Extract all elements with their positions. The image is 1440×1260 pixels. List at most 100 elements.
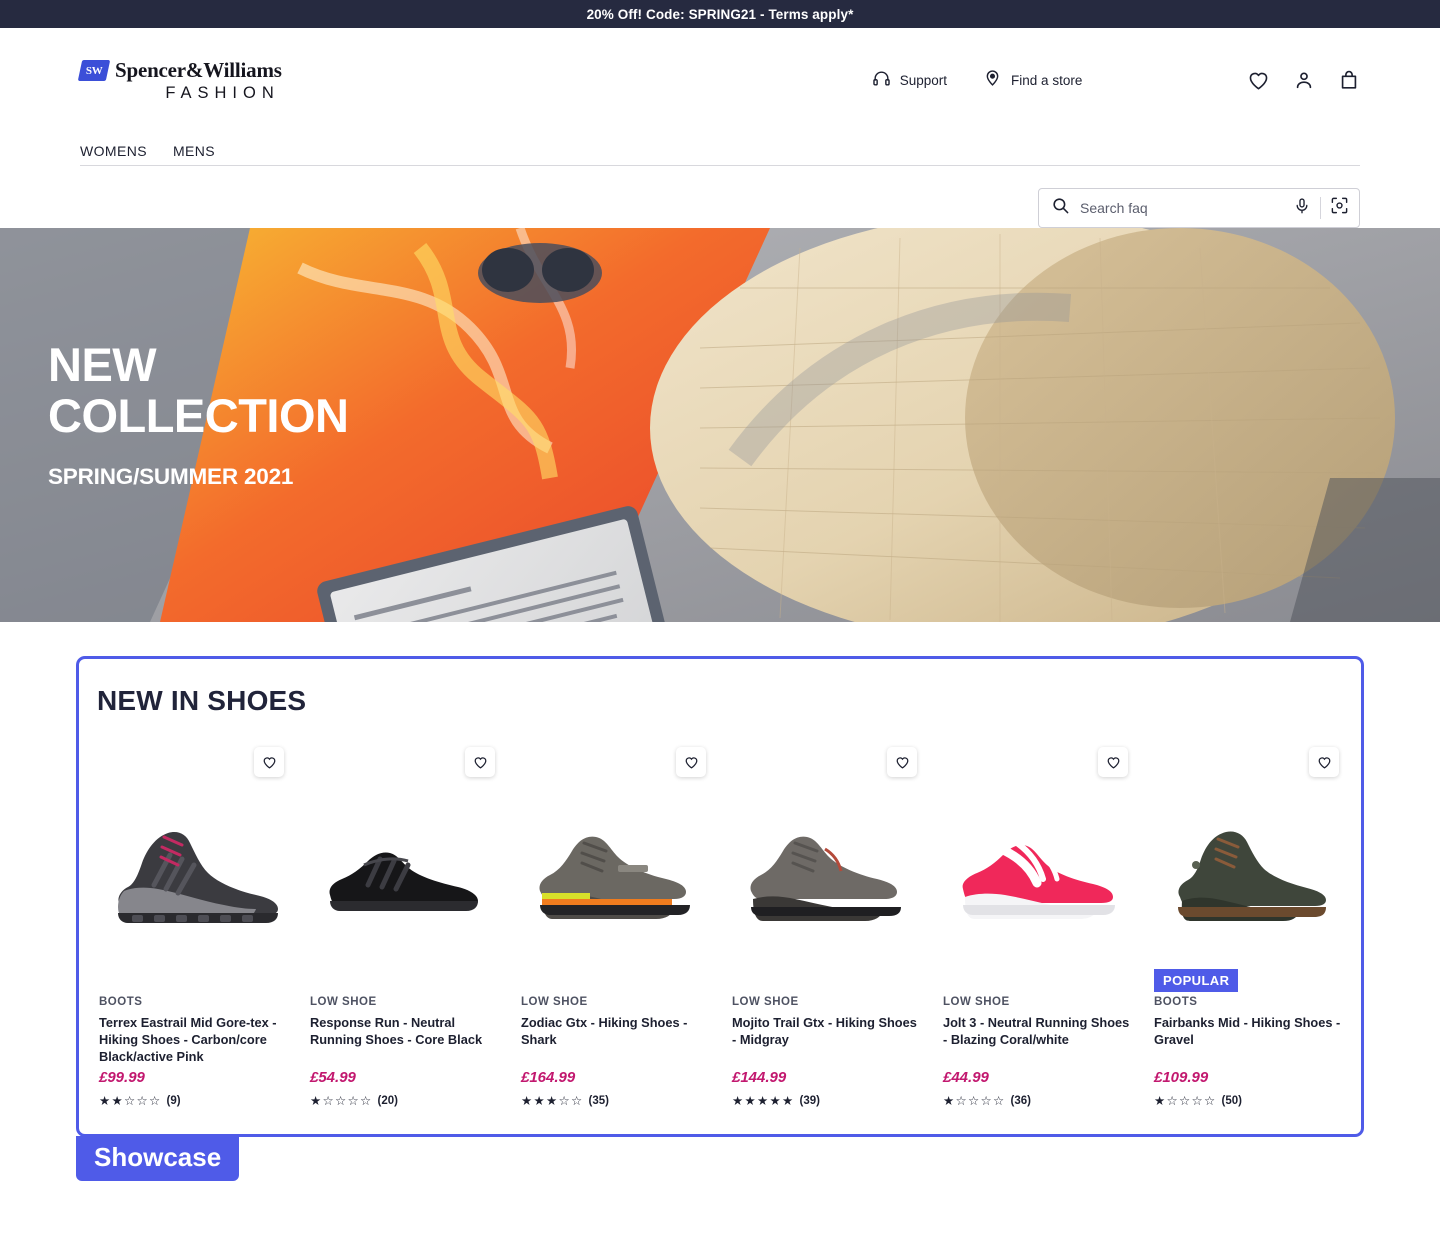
- search-icon: [1051, 196, 1070, 220]
- rating-stars: ★★★☆☆: [521, 1094, 584, 1108]
- support-label: Support: [899, 72, 948, 88]
- promo-banner: 20% Off! Code: SPRING21 - Terms apply*: [0, 0, 1440, 28]
- product-name[interactable]: Mojito Trail Gtx - Hiking Shoes - Midgra…: [732, 1015, 919, 1066]
- product-card[interactable]: BOOTS Terrex Eastrail Mid Gore-tex - Hik…: [87, 747, 298, 1108]
- product-category: LOW SHOE: [943, 996, 1010, 1008]
- logo-primary-row: SW Spencer&Williams: [77, 57, 282, 83]
- hero-text-block: NEW COLLECTION SPRING/SUMMER 2021: [48, 338, 349, 490]
- nav-item-mens[interactable]: MENS: [173, 143, 215, 159]
- product-card[interactable]: POPULAR BOOTS Fairbanks Mid - Hiking Sho…: [1142, 747, 1353, 1108]
- product-image: [93, 769, 292, 969]
- product-name[interactable]: Fairbanks Mid - Hiking Shoes - Gravel: [1154, 1015, 1341, 1066]
- product-rating: ★☆☆☆☆ (36): [943, 1093, 1136, 1108]
- product-badge-slot: [99, 969, 292, 996]
- shopping-bag-icon[interactable]: [1338, 69, 1360, 91]
- search-box[interactable]: [1038, 188, 1360, 228]
- review-count: (50): [1221, 1094, 1242, 1107]
- wishlist-heart-icon[interactable]: [465, 747, 495, 777]
- product-badge-slot: POPULAR: [1154, 969, 1347, 996]
- review-count: (20): [377, 1094, 398, 1107]
- find-a-store-link[interactable]: Find a store: [983, 69, 1082, 91]
- location-pin-icon: [983, 69, 1002, 91]
- main-nav: WOMENS MENS: [80, 132, 1360, 166]
- product-name[interactable]: Zodiac Gtx - Hiking Shoes - Shark: [521, 1015, 708, 1066]
- product-price: £144.99: [732, 1069, 787, 1086]
- hero-headline-line2: COLLECTION: [48, 388, 349, 442]
- product-card[interactable]: LOW SHOE Mojito Trail Gtx - Hiking Shoes…: [720, 747, 931, 1108]
- wishlist-heart-icon[interactable]: [676, 747, 706, 777]
- wishlist-heart-icon[interactable]: [887, 747, 917, 777]
- header-top-row: SW Spencer&Williams FASHION Support Find…: [77, 28, 1360, 132]
- product-card[interactable]: LOW SHOE Zodiac Gtx - Hiking Shoes - Sha…: [509, 747, 720, 1108]
- product-rating: ★★★☆☆ (35): [521, 1093, 714, 1108]
- search-row: [80, 166, 1360, 228]
- search-divider: [1320, 197, 1321, 219]
- product-rating: ★★★★★ (39): [732, 1093, 925, 1108]
- product-name[interactable]: Jolt 3 - Neutral Running Shoes - Blazing…: [943, 1015, 1130, 1066]
- product-badge-slot: [521, 969, 714, 996]
- microphone-icon[interactable]: [1293, 197, 1311, 220]
- rating-stars: ★☆☆☆☆: [943, 1094, 1006, 1108]
- product-card[interactable]: LOW SHOE Jolt 3 - Neutral Running Shoes …: [931, 747, 1142, 1108]
- section-title: NEW IN SHOES: [97, 685, 307, 716]
- product-badge-slot: [732, 969, 925, 996]
- product-image: [937, 769, 1136, 969]
- product-category: BOOTS: [1154, 996, 1198, 1008]
- review-count: (9): [166, 1094, 181, 1107]
- product-category: LOW SHOE: [732, 996, 799, 1008]
- logo-mark-icon: SW: [77, 59, 111, 81]
- wishlist-heart-icon[interactable]: [1098, 747, 1128, 777]
- product-price: £164.99: [521, 1069, 576, 1086]
- product-badge-slot: [943, 969, 1136, 996]
- rating-stars: ★☆☆☆☆: [1154, 1094, 1217, 1108]
- headset-icon: [872, 69, 891, 91]
- rating-stars: ★☆☆☆☆: [310, 1094, 373, 1108]
- account-icon[interactable]: [1293, 69, 1315, 91]
- hero-banner: NEW COLLECTION SPRING/SUMMER 2021: [0, 228, 1440, 622]
- brand-name: Spencer&Williams: [115, 57, 282, 82]
- logo-mark-text: SW: [85, 64, 103, 76]
- product-price: £44.99: [943, 1069, 989, 1086]
- page-root: 20% Off! Code: SPRING21 - Terms apply* S…: [0, 0, 1440, 1260]
- product-card[interactable]: LOW SHOE Response Run - Neutral Running …: [298, 747, 509, 1108]
- product-price: £109.99: [1154, 1069, 1209, 1086]
- product-grid: BOOTS Terrex Eastrail Mid Gore-tex - Hik…: [79, 747, 1361, 1108]
- product-category: LOW SHOE: [310, 996, 377, 1008]
- header-utility-links: Support Find a store: [872, 69, 1082, 91]
- product-rating: ★★☆☆☆ (9): [99, 1093, 292, 1108]
- product-name[interactable]: Terrex Eastrail Mid Gore-tex - Hiking Sh…: [99, 1015, 286, 1066]
- status-badge: POPULAR: [1154, 969, 1239, 992]
- nav-item-womens[interactable]: WOMENS: [80, 143, 147, 159]
- wishlist-heart-icon[interactable]: [1247, 69, 1270, 92]
- rating-stars: ★★★★★: [732, 1094, 795, 1108]
- promo-text: 20% Off! Code: SPRING21 - Terms apply*: [586, 6, 854, 22]
- product-price: £99.99: [99, 1069, 145, 1086]
- header-action-icons: [1247, 69, 1360, 92]
- product-badge-slot: [310, 969, 503, 996]
- brand-logo[interactable]: SW Spencer&Williams FASHION: [77, 57, 282, 103]
- lens-scan-icon[interactable]: [1330, 196, 1349, 220]
- product-image: [515, 769, 714, 969]
- showcase-section-wrapper: NEW IN SHOES BOOTS Terrex Eastrail Mid G…: [0, 622, 1440, 1137]
- find-a-store-label: Find a store: [1011, 72, 1083, 88]
- product-category: BOOTS: [99, 996, 143, 1008]
- support-link[interactable]: Support: [872, 69, 947, 91]
- product-rating: ★☆☆☆☆ (50): [1154, 1093, 1347, 1108]
- showcase-section: NEW IN SHOES BOOTS Terrex Eastrail Mid G…: [76, 656, 1364, 1137]
- product-rating: ★☆☆☆☆ (20): [310, 1093, 503, 1108]
- review-count: (36): [1010, 1094, 1031, 1107]
- review-count: (39): [799, 1094, 820, 1107]
- search-input[interactable]: [1080, 200, 1293, 216]
- product-name[interactable]: Response Run - Neutral Running Shoes - C…: [310, 1015, 497, 1066]
- review-count: (35): [588, 1094, 609, 1107]
- product-image: [304, 769, 503, 969]
- wishlist-heart-icon[interactable]: [1309, 747, 1339, 777]
- wishlist-heart-icon[interactable]: [254, 747, 284, 777]
- brand-tagline: FASHION: [165, 83, 280, 102]
- product-category: LOW SHOE: [521, 996, 588, 1008]
- hero-headline-line1: NEW: [48, 338, 157, 391]
- product-image: [726, 769, 925, 969]
- product-image: [1148, 769, 1347, 969]
- hero-subheadline: SPRING/SUMMER 2021: [48, 463, 294, 489]
- rating-stars: ★★☆☆☆: [99, 1094, 162, 1108]
